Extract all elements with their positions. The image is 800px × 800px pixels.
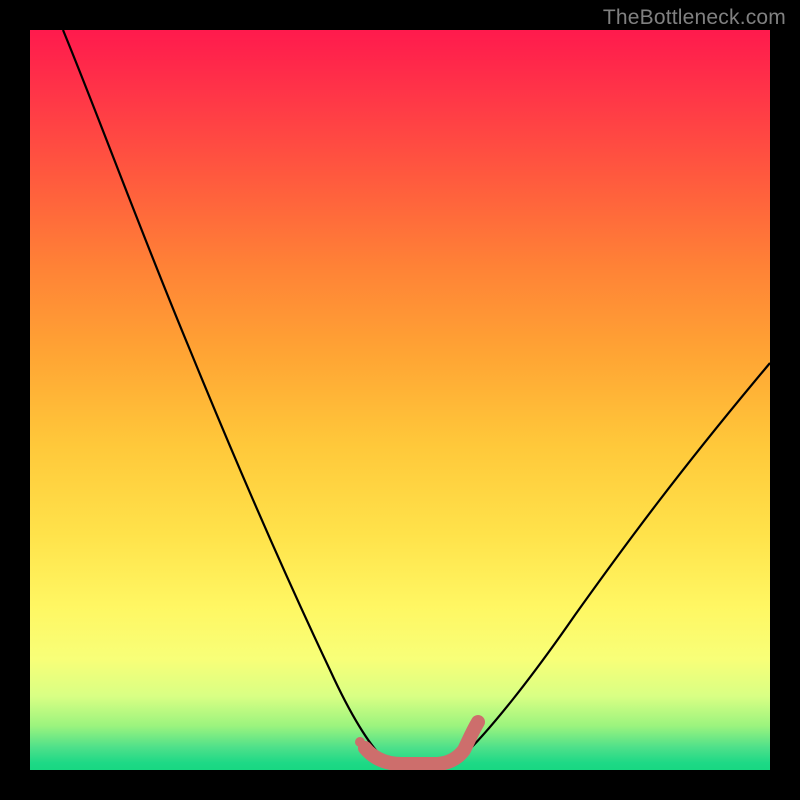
valley-marker — [365, 722, 478, 764]
plot-area — [30, 30, 770, 770]
valley-dot — [355, 737, 365, 747]
right-curve — [462, 363, 770, 757]
chart-frame: TheBottleneck.com — [0, 0, 800, 800]
curve-layer — [30, 30, 770, 770]
watermark-text: TheBottleneck.com — [603, 6, 786, 30]
left-curve — [63, 30, 382, 757]
